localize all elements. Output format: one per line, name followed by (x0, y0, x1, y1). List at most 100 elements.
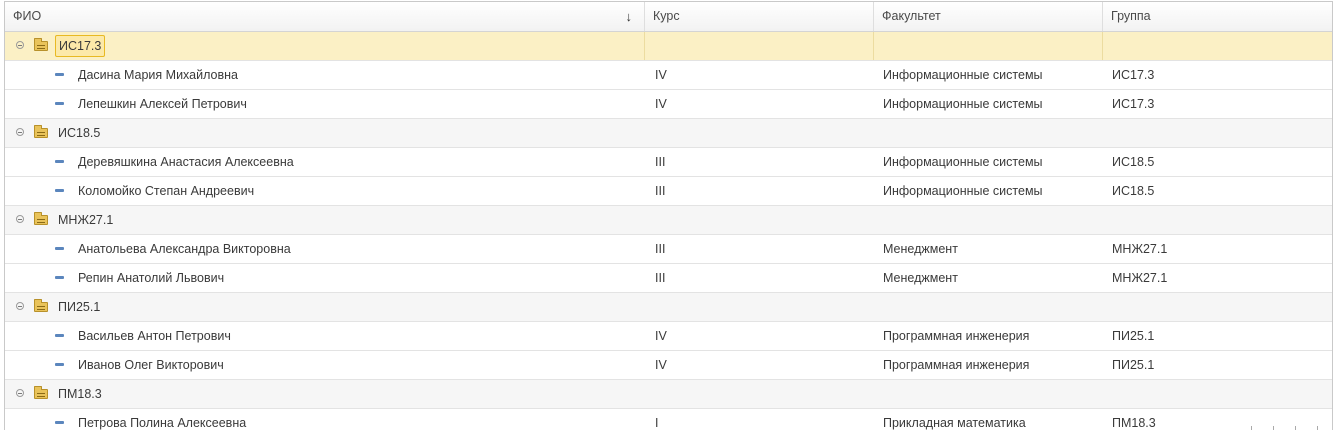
fio-cell[interactable]: Васильев Антон Петрович (5, 322, 645, 350)
group-cell[interactable]: ИС17.3 (1103, 61, 1332, 89)
collapse-icon[interactable] (16, 389, 24, 397)
collapse-icon[interactable] (16, 302, 24, 310)
group-faculty-cell (874, 119, 1103, 147)
faculty-cell[interactable]: Менеджмент (874, 235, 1103, 263)
group-kurs-cell (645, 119, 874, 147)
collapse-icon[interactable] (16, 215, 24, 223)
table-row[interactable]: Петрова Полина Алексеевна I Прикладная мат… (5, 409, 1332, 430)
group-row[interactable]: ПИ25.1 (5, 293, 1332, 322)
table-row[interactable]: Коломойко Степан Андреевич III Информацион… (5, 177, 1332, 206)
collapse-icon[interactable] (16, 41, 24, 49)
column-header-faculty-label: Факультет (882, 9, 941, 23)
group-label: ПМ18.3 (58, 387, 102, 401)
group-label: ПИ25.1 (58, 300, 101, 314)
table-header: ФИО ↓ Курс Факультет Группа (5, 2, 1332, 32)
faculty-cell[interactable]: Программная инженерия (874, 351, 1103, 379)
table-row[interactable]: Лепешкин Алексей Петрович IV Информационны… (5, 90, 1332, 119)
group-label: МНЖ27.1 (58, 213, 114, 227)
group-cell[interactable]: ПМ18.3 (5, 380, 645, 408)
group-kurs-cell (645, 293, 874, 321)
kurs-cell[interactable]: III (645, 177, 874, 205)
fio-cell[interactable]: Иванов Олег Викторович (5, 351, 645, 379)
student-name: Петрова Полина Алексеевна (78, 416, 247, 430)
group-faculty-cell (874, 380, 1103, 408)
faculty-cell[interactable]: Информационные системы (874, 61, 1103, 89)
list-item-icon (55, 334, 64, 337)
faculty-cell[interactable]: Информационные системы (874, 90, 1103, 118)
group-kurs-cell (645, 380, 874, 408)
group-group-cell (1103, 380, 1332, 408)
column-header-fio-label: ФИО (13, 9, 42, 23)
group-kurs-cell (645, 206, 874, 234)
column-header-kurs-label: Курс (653, 9, 680, 23)
faculty-cell[interactable]: Прикладная математика (874, 409, 1103, 430)
faculty-cell[interactable]: Информационные системы (874, 177, 1103, 205)
table-row[interactable]: Дасина Мария Михайловна IV Информационные … (5, 61, 1332, 90)
group-label: ИС17.3 (55, 35, 106, 57)
group-row[interactable]: ПМ18.3 (5, 380, 1332, 409)
kurs-cell[interactable]: IV (645, 61, 874, 89)
student-name: Репин Анатолий Львович (78, 271, 225, 285)
student-name: Лепешкин Алексей Петрович (78, 97, 247, 111)
group-cell[interactable]: ИС18.5 (1103, 177, 1332, 205)
list-item-icon (55, 160, 64, 163)
sort-descending-icon[interactable]: ↓ (626, 2, 633, 31)
kurs-cell[interactable]: I (645, 409, 874, 430)
column-header-group-label: Группа (1111, 9, 1151, 23)
fio-cell[interactable]: Дасина Мария Михайловна (5, 61, 645, 89)
group-cell[interactable]: ИС18.5 (1103, 148, 1332, 176)
folder-icon (34, 212, 48, 225)
group-faculty-cell (874, 206, 1103, 234)
kurs-cell[interactable]: III (645, 148, 874, 176)
student-name: Коломойко Степан Андреевич (78, 184, 255, 198)
folder-icon (34, 386, 48, 399)
group-cell[interactable]: ИС17.3 (5, 32, 645, 60)
group-row[interactable]: ИС17.3 (5, 32, 1332, 61)
student-name: Васильев Антон Петрович (78, 329, 231, 343)
student-name: Деревяшкина Анастасия Алексеевна (78, 155, 294, 169)
fio-cell[interactable]: Лепешкин Алексей Петрович (5, 90, 645, 118)
group-row[interactable]: МНЖ27.1 (5, 206, 1332, 235)
group-faculty-cell (874, 293, 1103, 321)
kurs-cell[interactable]: IV (645, 351, 874, 379)
collapse-icon[interactable] (16, 128, 24, 136)
group-group-cell (1103, 206, 1332, 234)
column-header-group[interactable]: Группа (1103, 2, 1332, 31)
column-header-kurs[interactable]: Курс (645, 2, 874, 31)
folder-icon (34, 299, 48, 312)
group-cell[interactable]: ИС17.3 (1103, 90, 1332, 118)
group-cell[interactable]: ИС18.5 (5, 119, 645, 147)
fio-cell[interactable]: Деревяшкина Анастасия Алексеевна (5, 148, 645, 176)
faculty-cell[interactable]: Менеджмент (874, 264, 1103, 292)
kurs-cell[interactable]: IV (645, 322, 874, 350)
table-row[interactable]: Репин Анатолий Львович III Менеджмент МНЖ27… (5, 264, 1332, 293)
folder-icon (34, 38, 48, 51)
kurs-cell[interactable]: IV (645, 90, 874, 118)
group-row[interactable]: ИС18.5 (5, 119, 1332, 148)
kurs-cell[interactable]: III (645, 235, 874, 263)
kurs-cell[interactable]: III (645, 264, 874, 292)
student-name: Анатольева Александра Викторовна (78, 242, 291, 256)
group-cell[interactable]: ПИ25.1 (1103, 351, 1332, 379)
list-item-icon (55, 247, 64, 250)
table-row[interactable]: Иванов Олег Викторович IV Программная инже… (5, 351, 1332, 380)
faculty-cell[interactable]: Программная инженерия (874, 322, 1103, 350)
fio-cell[interactable]: Коломойко Степан Андреевич (5, 177, 645, 205)
group-cell[interactable]: МНЖ27.1 (1103, 235, 1332, 263)
group-cell[interactable]: ПИ25.1 (5, 293, 645, 321)
fio-cell[interactable]: Петрова Полина Алексеевна (5, 409, 645, 430)
table-row[interactable]: Анатольева Александра Викторовна III Менед… (5, 235, 1332, 264)
fio-cell[interactable]: Анатольева Александра Викторовна (5, 235, 645, 263)
table-row[interactable]: Деревяшкина Анастасия Алексеевна III Инфор… (5, 148, 1332, 177)
group-cell[interactable]: МНЖ27.1 (1103, 264, 1332, 292)
faculty-cell[interactable]: Информационные системы (874, 148, 1103, 176)
list-item-icon (55, 73, 64, 76)
fio-cell[interactable]: Репин Анатолий Львович (5, 264, 645, 292)
column-header-fio[interactable]: ФИО ↓ (5, 2, 645, 31)
column-header-faculty[interactable]: Факультет (874, 2, 1103, 31)
table-row[interactable]: Васильев Антон Петрович IV Программная инж… (5, 322, 1332, 351)
list-item-icon (55, 189, 64, 192)
group-cell[interactable]: МНЖ27.1 (5, 206, 645, 234)
group-cell[interactable]: ПИ25.1 (1103, 322, 1332, 350)
list-item-icon (55, 421, 64, 424)
